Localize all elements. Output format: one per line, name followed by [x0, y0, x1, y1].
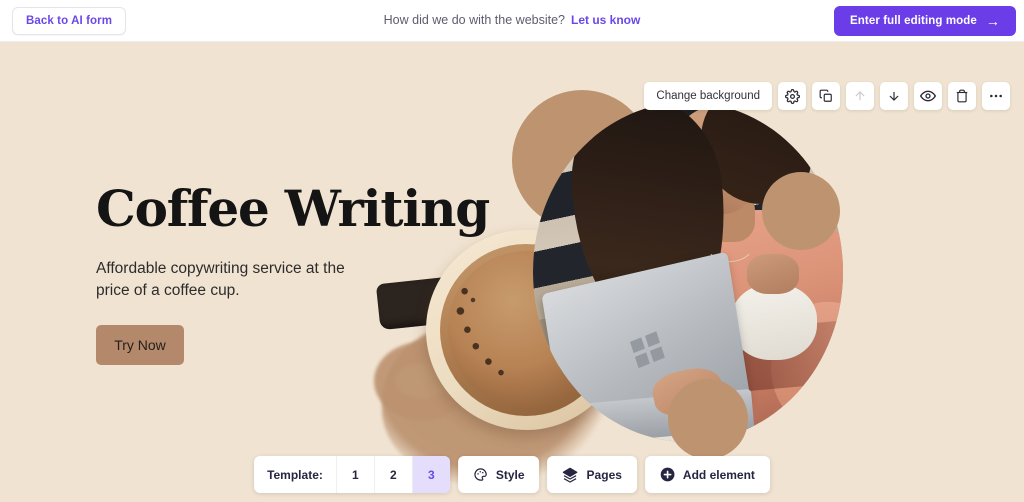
change-background-label: Change background: [656, 90, 760, 102]
hero-content: Coffee Writing Affordable copywriting se…: [96, 182, 490, 365]
layers-icon: [563, 467, 579, 483]
back-to-ai-form-button[interactable]: Back to AI form: [12, 7, 127, 35]
move-up-icon: [846, 82, 874, 110]
plus-circle-icon: [660, 467, 675, 482]
change-background-button[interactable]: Change background: [644, 82, 772, 110]
top-bar: Back to AI form How did we do with the w…: [0, 0, 1024, 42]
move-down-icon[interactable]: [880, 82, 908, 110]
back-to-ai-form-label: Back to AI form: [26, 15, 113, 27]
enter-full-editing-mode-label: Enter full editing mode: [850, 15, 977, 27]
feedback-prompt: How did we do with the website? Let us k…: [384, 13, 641, 27]
bottom-toolbar: Template: 1 2 3 Style Pages Add element: [254, 456, 770, 493]
style-button[interactable]: Style: [457, 456, 540, 493]
feedback-question: How did we do with the website?: [383, 13, 566, 27]
duplicate-icon[interactable]: [812, 82, 840, 110]
website-canvas[interactable]: Coffee Writing Affordable copywriting se…: [0, 42, 1024, 502]
template-option-2[interactable]: 2: [373, 456, 412, 493]
more-options-icon[interactable]: [982, 82, 1010, 110]
template-option-3[interactable]: 3: [411, 456, 450, 493]
laptop-logo-icon: [629, 331, 665, 369]
try-now-button[interactable]: Try Now: [96, 324, 184, 365]
photo-hand-right: [747, 254, 799, 294]
hero-subtitle[interactable]: Affordable copywriting service at the pr…: [96, 258, 346, 303]
visibility-eye-icon[interactable]: [914, 82, 942, 110]
decorative-circle-bottom: [668, 379, 748, 459]
trash-delete-icon[interactable]: [948, 82, 976, 110]
website-builder-preview: Back to AI form How did we do with the w…: [0, 0, 1024, 502]
hero-title[interactable]: Coffee Writing: [96, 182, 490, 236]
enter-full-editing-mode-button[interactable]: Enter full editing mode →: [834, 6, 1016, 36]
add-element-label: Add element: [682, 467, 755, 482]
add-element-button[interactable]: Add element: [644, 456, 770, 493]
template-selector: Template: 1 2 3: [254, 456, 450, 493]
arrow-right-icon: →: [985, 13, 1000, 29]
template-option-1[interactable]: 1: [335, 456, 374, 493]
settings-gear-icon[interactable]: [778, 82, 806, 110]
style-label: Style: [495, 467, 525, 482]
pages-button[interactable]: Pages: [547, 456, 637, 493]
section-toolbar: Change background: [644, 82, 1010, 110]
photo-cuff: [731, 284, 817, 360]
try-now-label: Try Now: [114, 336, 166, 353]
pages-label: Pages: [586, 467, 622, 482]
template-label: Template:: [267, 467, 323, 482]
let-us-know-link[interactable]: Let us know: [571, 13, 640, 27]
palette-icon: [473, 467, 488, 482]
decorative-circle-right: [762, 172, 840, 250]
